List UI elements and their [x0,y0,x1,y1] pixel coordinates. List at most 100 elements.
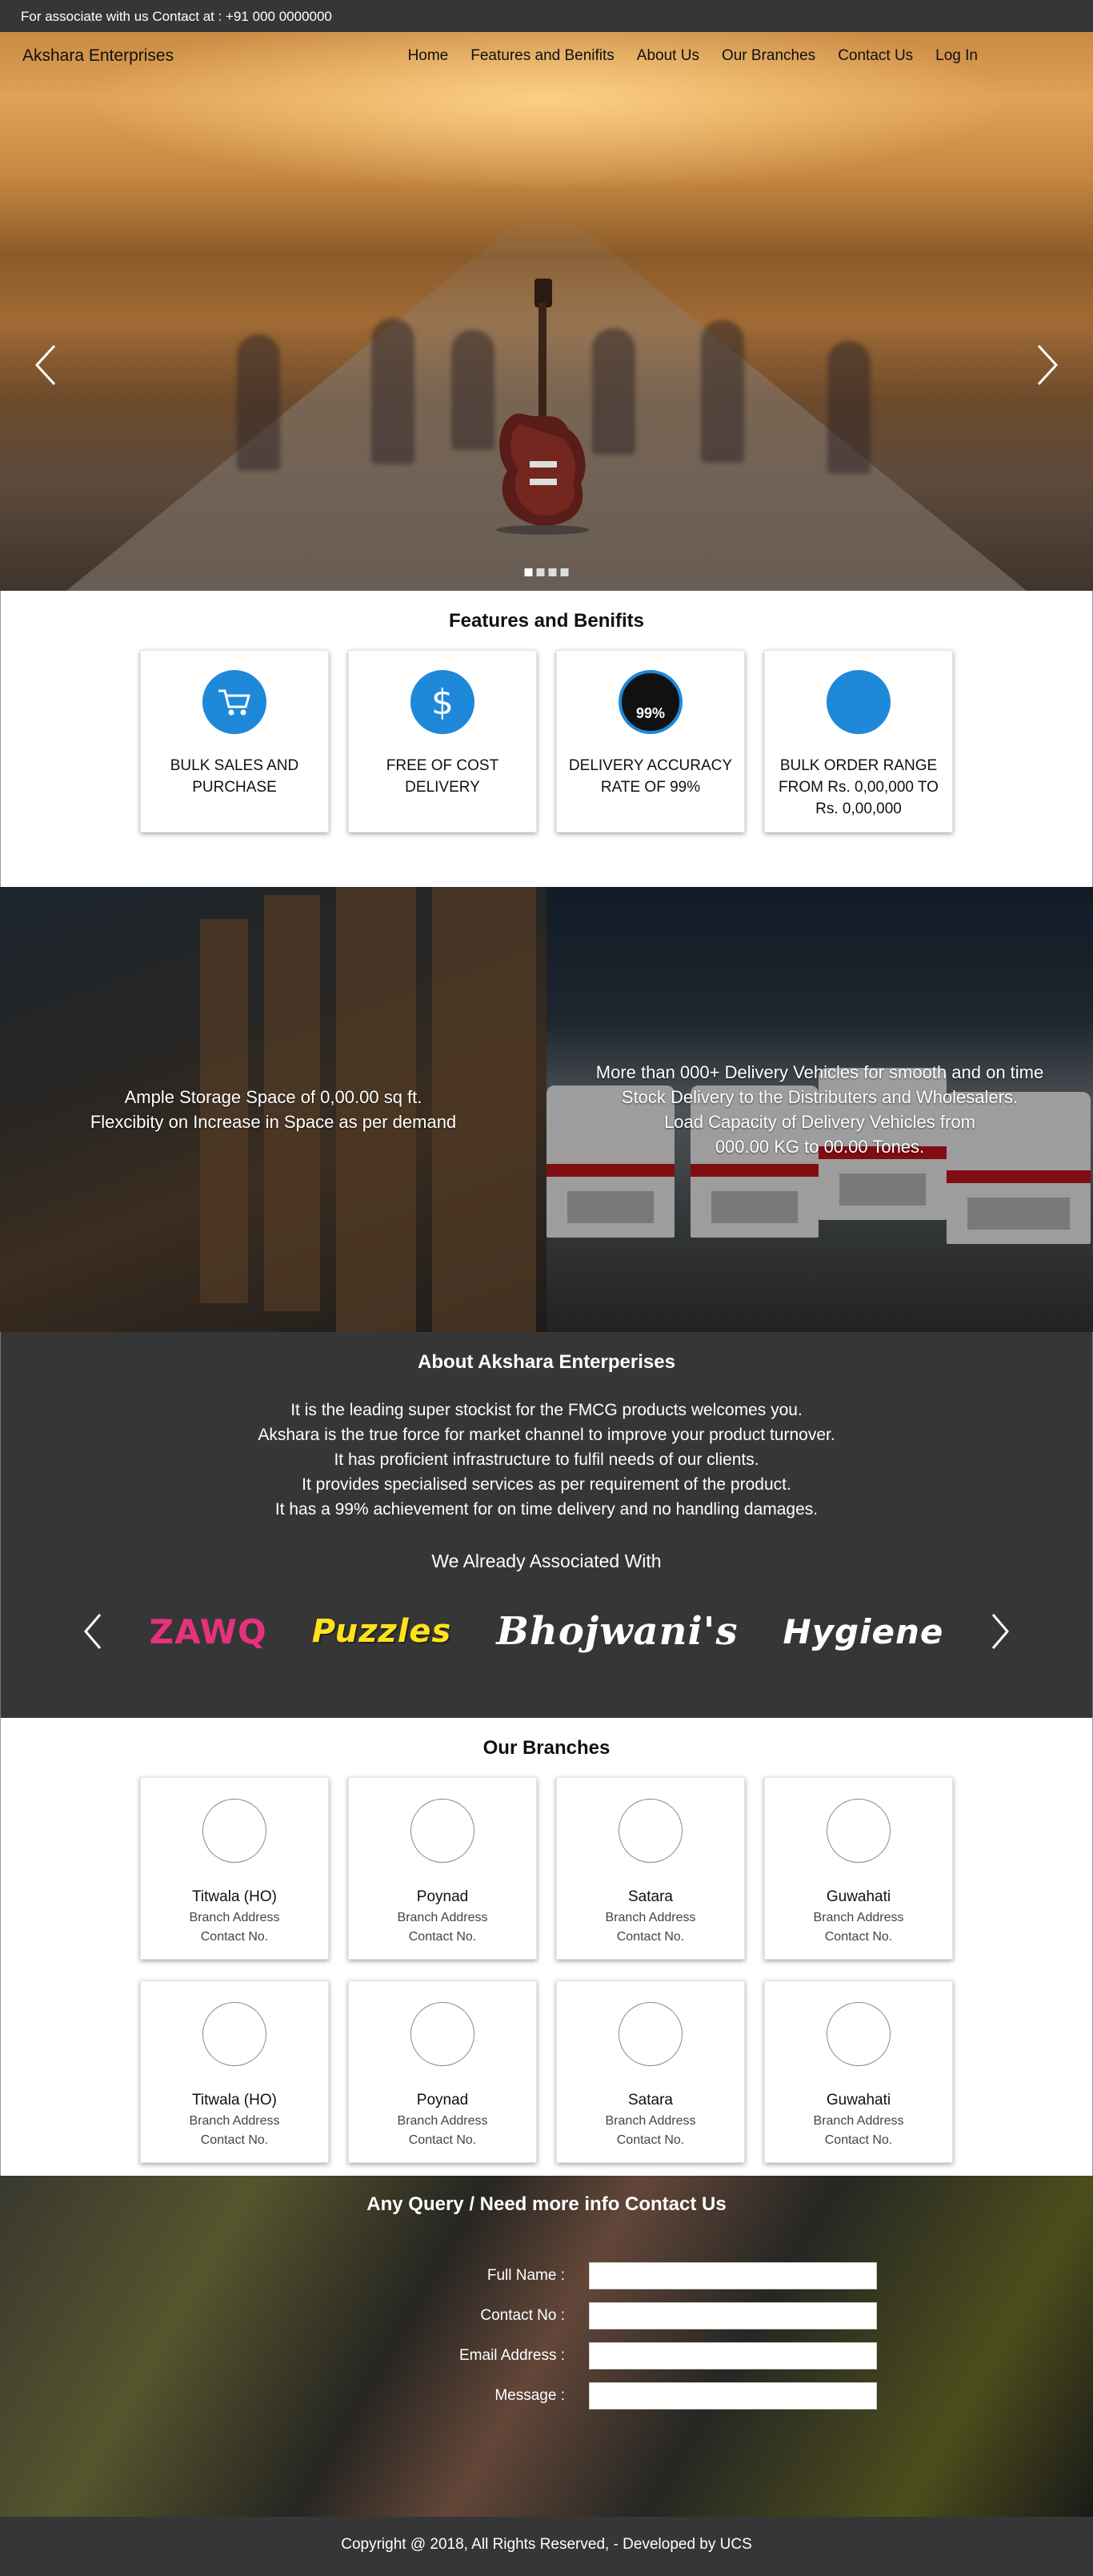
branch-contact: Contact No. [408,2133,477,2147]
hero-slider: Akshara Enterprises Home Features and Be… [0,32,1093,591]
full-name-label: Full Name : [486,2267,565,2284]
fleet-panel: More than 000+ Delivery Vehicles for smo… [546,887,1093,1332]
slider-dot[interactable] [536,568,545,576]
branch-address: Branch Address [189,2114,280,2128]
about-title: About Akshara Enterperises [418,1351,675,1373]
branch-card: Guwahati Branch Address Contact No. [764,1980,953,2163]
hero-person [451,330,494,450]
nav-contact[interactable]: Contact Us [838,47,913,65]
branch-name: Satara [628,1888,673,1905]
main-navbar: Akshara Enterprises Home Features and Be… [0,32,1093,80]
delivery-accuracy-icon: 99% [619,670,683,734]
storage-line: Flexcibity on Increase in Space as per d… [90,1112,457,1132]
full-name-input[interactable] [589,2262,877,2289]
partner-logos-carousel: ZAWQ Puzzles Bhojwani's Hygiene [1,1609,1092,1654]
feature-label: BULK ORDER RANGE FROM Rs. 0,00,000 TO Rs… [779,757,939,817]
branch-name: Guwahati [826,2092,891,2109]
about-section: About Akshara Enterperises It is the lea… [0,1332,1093,1718]
storage-line: Ample Storage Space of 0,00.00 sq ft. [124,1087,422,1107]
nav-home[interactable]: Home [408,47,449,65]
branch-address: Branch Address [189,1911,280,1924]
copyright-text: Copyright @ 2018, All Rights Reserved, -… [341,2536,752,2553]
footer: Copyright @ 2018, All Rights Reserved, -… [0,2517,1093,2576]
branches-section: Our Branches Titwala (HO) Branch Address… [0,1718,1093,2176]
nav-features[interactable]: Features and Benifits [470,47,615,65]
feature-card-bulk-sales: BULK SALES AND PURCHASE [140,650,329,833]
about-line: It has proficient infrastructure to fulf… [334,1451,759,1469]
contact-title: Any Query / Need more info Contact Us [366,2193,727,2215]
nav-branches[interactable]: Our Branches [722,47,815,65]
branch-avatar [410,2002,474,2066]
logos-prev-arrow-icon[interactable] [81,1611,105,1651]
branch-card: Satara Branch Address Contact No. [556,1777,745,1960]
nav-about[interactable]: About Us [637,47,699,65]
branch-card: Satara Branch Address Contact No. [556,1980,745,2163]
branch-avatar [202,2002,266,2066]
form-row: Contact No : [0,2302,1093,2329]
branch-avatar [827,1799,891,1863]
slider-dot[interactable] [560,568,569,576]
storage-panel: Ample Storage Space of 0,00.00 sq ft. Fl… [0,887,546,1332]
feature-label: BULK SALES AND PURCHASE [170,757,299,796]
branch-address: Branch Address [813,1911,904,1924]
contact-no-label: Contact No : [480,2307,565,2324]
associated-title: We Already Associated With [431,1551,662,1571]
storage-text: Ample Storage Space of 0,00.00 sq ft. Fl… [90,1085,456,1134]
branch-contact: Contact No. [824,2133,893,2147]
contact-no-input[interactable] [589,2302,877,2329]
features-title: Features and Benifits [448,610,645,632]
branch-name: Poynad [416,1888,469,1905]
slider-next-arrow-icon[interactable] [1031,343,1063,387]
feature-card-free-delivery: $ FREE OF COST DELIVERY [348,650,537,833]
branch-address: Branch Address [813,2114,904,2128]
slider-dot[interactable] [548,568,557,576]
feature-card-delivery-accuracy: 99% DELIVERY ACCURACY RATE OF 99% [556,650,745,833]
fleet-line: 000.00 KG to 00.00 Tones. [715,1137,925,1157]
branches-title: Our Branches [482,1737,611,1759]
partner-logo-zawq: ZAWQ [149,1611,267,1651]
hero-person [237,335,280,471]
email-label: Email Address : [459,2347,565,2364]
message-input[interactable] [589,2382,877,2409]
feature-card-order-range: BULK ORDER RANGE FROM Rs. 0,00,000 TO Rs… [764,650,953,833]
about-line: It is the leading super stockist for the… [290,1401,803,1419]
features-cards: BULK SALES AND PURCHASE $ FREE OF COST D… [1,650,1092,833]
branch-avatar [202,1799,266,1863]
branch-contact: Contact No. [200,1930,269,1944]
contact-form: Full Name : Contact No : Email Address :… [0,2262,1093,2409]
slider-dots [524,568,569,576]
nav-login[interactable]: Log In [935,47,978,65]
fleet-line: Load Capacity of Delivery Vehicles from [664,1112,975,1132]
branch-name: Satara [628,2092,673,2109]
form-row: Full Name : [0,2262,1093,2289]
contact-section: Any Query / Need more info Contact Us Fu… [0,2176,1093,2517]
features-section: Features and Benifits BULK SALES AND PUR… [0,591,1093,887]
partner-logo-puzzles: Puzzles [311,1613,452,1650]
branch-card: Titwala (HO) Branch Address Contact No. [140,1777,329,1960]
logos-next-arrow-icon[interactable] [988,1611,1012,1651]
branches-row: Titwala (HO) Branch Address Contact No. … [1,1777,1092,1960]
slider-dot[interactable] [524,568,533,576]
branch-card: Guwahati Branch Address Contact No. [764,1777,953,1960]
branch-contact: Contact No. [616,1930,685,1944]
hero-person [592,328,635,455]
feature-label: FREE OF COST DELIVERY [386,757,499,796]
about-line: It has a 99% achievement for on time del… [274,1500,819,1519]
brand-logo[interactable]: Akshara Enterprises [22,46,174,66]
message-label: Message : [494,2387,565,2404]
fleet-line: Stock Delivery to the Distributers and W… [621,1087,1019,1107]
guitar-image [496,279,589,535]
branch-avatar [827,2002,891,2066]
fleet-text: More than 000+ Delivery Vehicles for smo… [596,1060,1043,1159]
about-text: It is the leading super stockist for the… [1,1398,1092,1522]
email-input[interactable] [589,2342,877,2369]
branch-card: Poynad Branch Address Contact No. [348,1980,537,2163]
branch-name: Guwahati [826,1888,891,1905]
slider-prev-arrow-icon[interactable] [30,343,62,387]
branch-name: Poynad [416,2092,469,2109]
form-row: Email Address : [0,2342,1093,2369]
branch-contact: Contact No. [824,1930,893,1944]
branch-avatar [619,2002,683,2066]
branch-address: Branch Address [605,2114,696,2128]
branch-name: Titwala (HO) [192,2092,277,2109]
